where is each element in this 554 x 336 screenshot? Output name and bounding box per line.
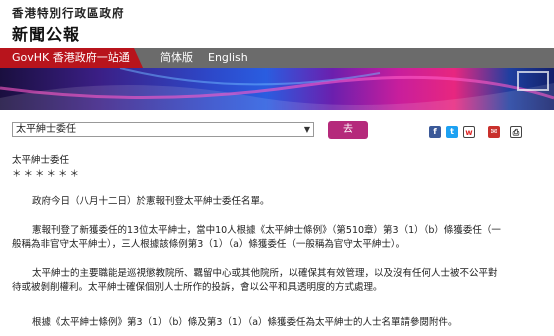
site-title[interactable]: 新聞公報 xyxy=(12,21,80,45)
paragraph-4: 根據《太平紳士條例》第3（1）（b）條及第3（1）（a）條獲委任為太平紳士的人士… xyxy=(32,317,458,328)
paragraph-2-line-2: 般稱為非官守太平紳士），三人根據該條例第3（1）（a）條獲委任（一般稱為官守太平… xyxy=(12,239,406,250)
chevron-down-icon: ▼ xyxy=(303,125,310,134)
banner-graphic xyxy=(0,68,554,110)
email-icon[interactable]: ✉ xyxy=(488,126,500,138)
facebook-icon[interactable]: f xyxy=(429,126,441,138)
paragraph-3-line-1: 太平紳士的主要職能是巡視懲教院所、羈留中心或其他院所，以確保其有效管理，以及沒有… xyxy=(32,268,498,279)
govhk-link[interactable]: GovHK 香港政府一站通 xyxy=(0,48,143,68)
department-name: 香港特別行政區政府 xyxy=(12,6,125,20)
top-nav: GovHK 香港政府一站通 简体版 English xyxy=(0,48,554,68)
article-separator: ＊＊＊＊＊＊ xyxy=(12,169,82,180)
weibo-icon[interactable]: w xyxy=(463,126,475,138)
paragraph-2-line-1: 憲報刊登了新獲委任的13位太平紳士，當中10人根據《太平紳士條例》（第510章）… xyxy=(32,225,501,236)
topic-select[interactable]: 太平紳士委任 ▼ xyxy=(12,122,314,137)
simplified-chinese-link[interactable]: 简体版 xyxy=(160,48,193,68)
site-header: 香港特別行政區政府 新聞公報 xyxy=(0,0,554,48)
topic-select-value: 太平紳士委任 xyxy=(16,124,76,135)
decorative-banner xyxy=(0,68,554,110)
english-link[interactable]: English xyxy=(208,48,248,68)
print-icon[interactable]: ⎙ xyxy=(510,126,522,138)
paragraph-1: 政府今日（八月十二日）於憲報刊登太平紳士委任名單。 xyxy=(32,196,270,207)
article-title: 太平紳士委任 xyxy=(12,155,70,166)
twitter-icon[interactable]: t xyxy=(446,126,458,138)
paragraph-3-line-2: 待或被剝削權利。太平紳士確保個別人士所作的投訴，會以公平和具透明度的方式處理。 xyxy=(12,282,383,293)
go-button[interactable]: 去 xyxy=(328,121,368,139)
